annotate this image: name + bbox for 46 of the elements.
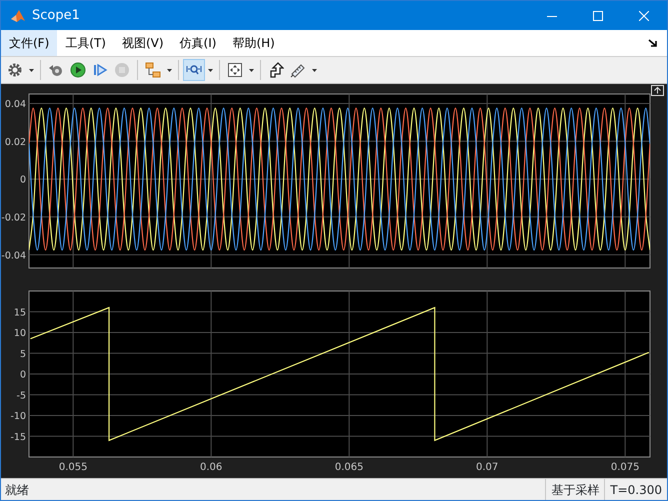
tick-label: 0.075 (610, 462, 640, 473)
menu-item[interactable]: 工具(T) (57, 30, 114, 56)
menu-item[interactable]: 视图(V) (114, 30, 172, 56)
style-icon (268, 62, 284, 78)
caret-icon (312, 68, 316, 72)
caret-icon (208, 68, 212, 72)
tick-label: 10 (14, 328, 26, 339)
menu-item[interactable]: 文件(F) (1, 30, 58, 56)
tick-label: -15 (10, 432, 26, 443)
tick-label: -5 (16, 390, 26, 402)
settings-icon (7, 62, 23, 78)
caret-icon (248, 68, 254, 72)
tick-label: 0.055 (58, 462, 88, 473)
close-icon (639, 10, 649, 20)
tick-label: 0.07 (476, 462, 498, 473)
tick-label: 0.02 (4, 136, 26, 148)
caret-icon (166, 68, 172, 72)
tick-label: 5 (20, 348, 26, 360)
expand-icon[interactable] (651, 85, 664, 96)
window-title: Scope1 (32, 6, 80, 25)
tick-label: 0 (20, 370, 26, 380)
stop-icon (114, 62, 130, 78)
maximize-icon (593, 10, 603, 20)
app-icon (10, 8, 26, 24)
zoom-button[interactable] (183, 59, 205, 81)
step-back-icon (48, 62, 64, 78)
caret-icon (28, 68, 34, 72)
menu-item[interactable]: 仿真(I) (172, 30, 224, 56)
simulation-time: T=0.300 (604, 479, 667, 500)
step-forward-icon (92, 62, 108, 78)
fit-icon (227, 62, 243, 78)
status-text: 就绪 (4, 482, 29, 498)
sample-mode: 基于采样 (545, 479, 604, 500)
tick-label: -0.04 (1, 250, 26, 262)
undock-icon[interactable] (648, 38, 659, 48)
run-icon (70, 62, 86, 78)
tick-label: 0.04 (4, 98, 26, 110)
tick-label: 0.06 (200, 462, 222, 473)
tick-label: 15 (14, 307, 26, 318)
tick-label: 0.065 (334, 462, 364, 473)
tick-label: -0.02 (1, 212, 26, 224)
tick-label: 0 (20, 174, 26, 186)
tick-label: -10 (10, 411, 26, 422)
menu-item[interactable]: 帮助(H) (224, 30, 283, 56)
ruler-icon (290, 62, 306, 78)
highlight-icon (145, 62, 161, 78)
